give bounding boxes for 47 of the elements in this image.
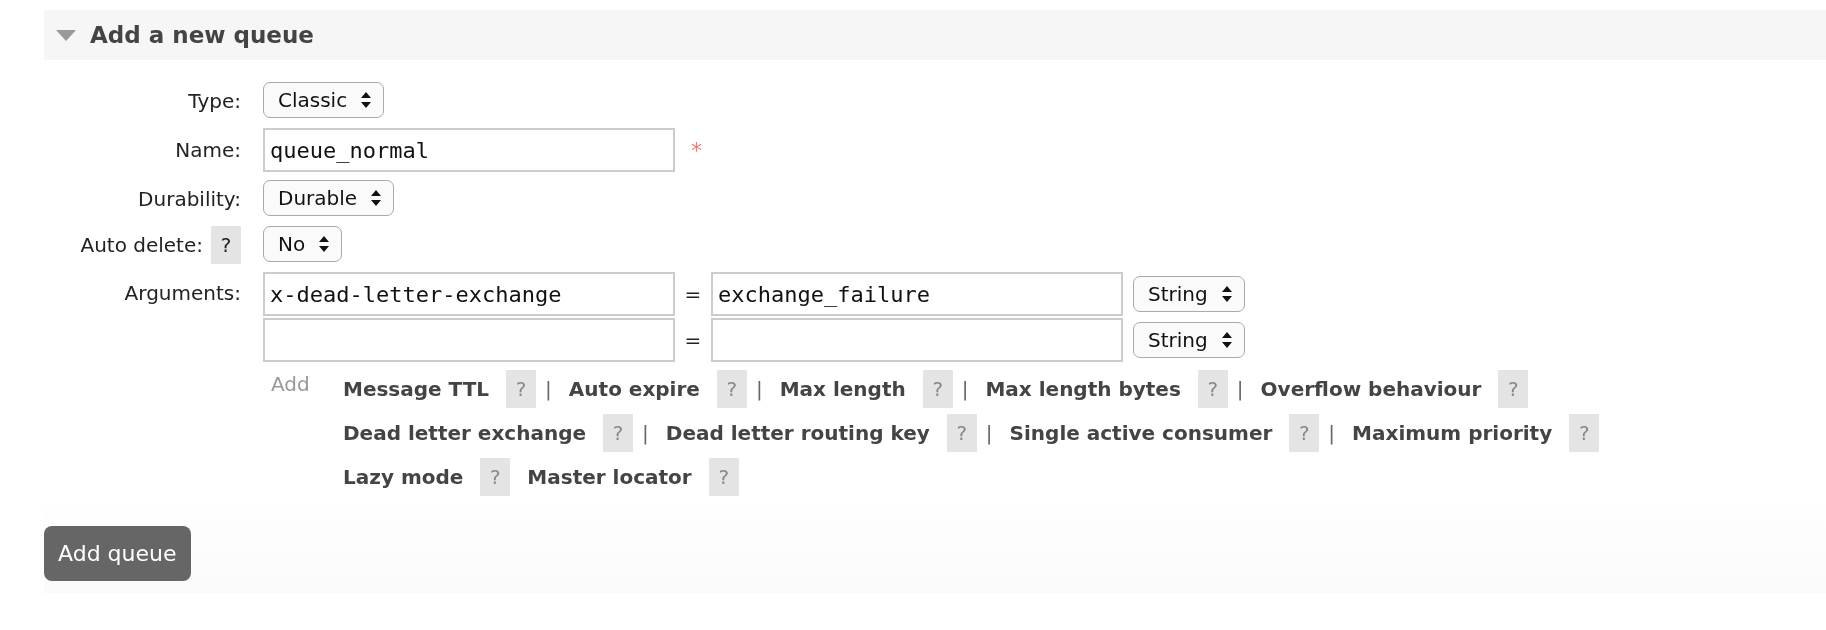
argument-shortcut-link[interactable]: Dead letter routing key: [665, 421, 930, 445]
type-select[interactable]: String: [1133, 276, 1245, 312]
argument-shortcut-link[interactable]: Overflow behaviour: [1260, 377, 1482, 401]
add-label: Add: [270, 372, 311, 398]
select-arrows-icon: [371, 190, 382, 206]
equals-sign: =: [683, 328, 703, 352]
collapse-triangle-icon[interactable]: [56, 29, 76, 41]
separator: |: [642, 421, 649, 445]
text-input[interactable]: queue_normal: [263, 128, 675, 172]
select-arrows-icon: [319, 236, 330, 252]
argument-value-input[interactable]: exchange_failure: [711, 272, 1123, 316]
field-label: Durability:: [138, 187, 241, 211]
field-label: Arguments:: [124, 281, 241, 305]
argument-shortcut-link[interactable]: Dead letter exchange: [343, 421, 587, 445]
argument-shortcut-link[interactable]: Master locator: [527, 465, 692, 489]
select-dropdown[interactable]: No: [263, 226, 343, 262]
argument-shortcut-link[interactable]: Max length: [779, 377, 906, 401]
field-label: Type:: [188, 89, 241, 113]
add-queue-button[interactable]: Add queue: [44, 526, 191, 581]
select-dropdown[interactable]: Classic: [263, 82, 385, 118]
separator: |: [1236, 377, 1244, 401]
separator: |: [961, 377, 969, 401]
select-dropdown[interactable]: Durable: [263, 180, 395, 216]
argument-shortcut-link[interactable]: Max length bytes: [985, 377, 1181, 401]
section-title: Add a new queue: [90, 22, 314, 48]
argument-key-input[interactable]: x-dead-letter-exchange: [263, 272, 675, 316]
select-arrows-icon: [1221, 286, 1232, 302]
separator: |: [755, 377, 763, 401]
separator: |: [1328, 421, 1336, 445]
separator: |: [545, 377, 552, 401]
equals-sign: =: [683, 282, 703, 306]
argument-shortcut-link[interactable]: Auto expire: [568, 377, 700, 401]
argument-key-input[interactable]: [263, 318, 675, 362]
argument-value-input[interactable]: [711, 318, 1123, 362]
argument-shortcut-link[interactable]: Lazy mode: [343, 465, 464, 489]
field-label: Auto delete:: [80, 233, 203, 257]
separator: |: [985, 421, 993, 445]
section-header[interactable]: Add a new queue: [44, 10, 1826, 60]
help-icon[interactable]: ?: [211, 226, 241, 264]
argument-shortcut-link[interactable]: Message TTL: [343, 377, 490, 401]
type-select[interactable]: String: [1133, 322, 1245, 358]
select-arrows-icon: [1221, 332, 1232, 348]
argument-shortcut-link[interactable]: Single active consumer: [1009, 421, 1273, 445]
field-label: Name:: [175, 138, 241, 162]
argument-shortcut-link[interactable]: Maximum priority: [1352, 421, 1553, 445]
required-mark: *: [691, 137, 702, 163]
select-arrows-icon: [361, 92, 372, 108]
